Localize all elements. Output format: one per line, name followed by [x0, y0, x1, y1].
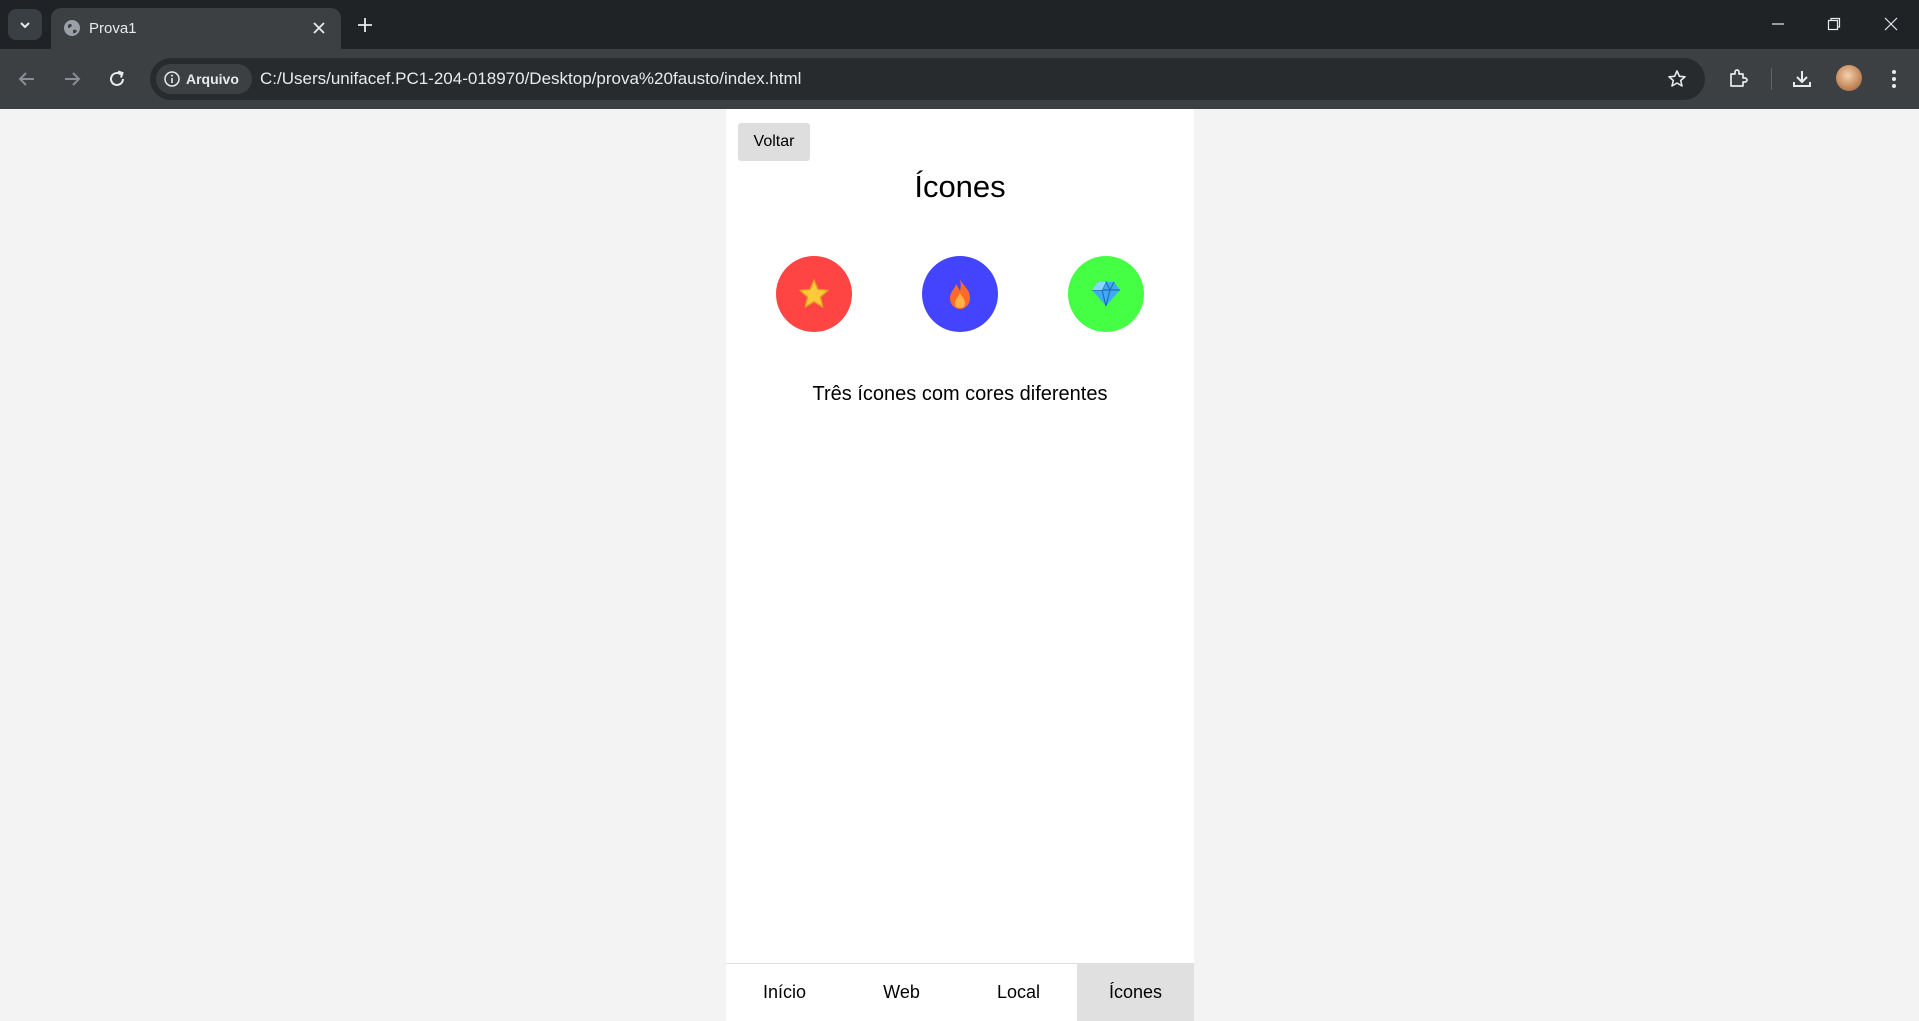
close-icon: [313, 22, 325, 34]
menu-button[interactable]: [1880, 65, 1908, 93]
fire-icon: [950, 279, 970, 309]
minimize-button[interactable]: [1758, 10, 1798, 38]
new-tab-button[interactable]: [352, 12, 378, 38]
diamond-icon-circle: [1068, 256, 1144, 332]
close-window-button[interactable]: [1871, 10, 1911, 38]
chevron-down-icon: [20, 21, 30, 28]
download-icon: [1793, 71, 1811, 87]
bookmark-button[interactable]: [1665, 67, 1689, 91]
star-outline-icon: [1668, 70, 1686, 87]
url-text[interactable]: C:/Users/unifacef.PC1-204-018970/Desktop…: [260, 69, 801, 89]
icon-row: [726, 256, 1194, 332]
info-icon: [164, 71, 180, 87]
site-info-chip[interactable]: Arquivo: [156, 64, 252, 94]
back-nav-button[interactable]: [13, 65, 41, 93]
globe-icon: [64, 20, 80, 36]
tab-close-button[interactable]: [309, 18, 329, 38]
tab-local[interactable]: Local: [960, 964, 1077, 1021]
minimize-icon: [1772, 23, 1784, 25]
site-chip-label: Arquivo: [186, 71, 239, 87]
page-viewport: Voltar Ícones Três ícones com cores dife…: [0, 109, 1919, 1021]
back-button[interactable]: Voltar: [738, 123, 810, 161]
restore-button[interactable]: [1814, 10, 1854, 38]
tab-web[interactable]: Web: [843, 964, 960, 1021]
reload-button[interactable]: [103, 65, 131, 93]
kebab-menu-icon: [1892, 70, 1896, 88]
reload-icon: [110, 70, 124, 86]
close-icon: [1884, 17, 1898, 31]
tab-search-button[interactable]: [8, 9, 42, 40]
arrow-right-icon: [65, 72, 81, 86]
address-bar[interactable]: Arquivo C:/Users/unifacef.PC1-204-018970…: [150, 58, 1705, 100]
browser-tabstrip: Prova1: [0, 0, 1919, 49]
arrow-left-icon: [18, 72, 34, 86]
page-description: Três ícones com cores diferentes: [812, 383, 1108, 405]
browser-tab[interactable]: Prova1: [51, 8, 341, 49]
downloads-button[interactable]: [1788, 65, 1816, 93]
puzzle-icon: [1730, 69, 1748, 87]
plus-icon: [358, 18, 372, 32]
star-icon-circle: [776, 256, 852, 332]
page-title: Ícones: [914, 169, 1006, 204]
tab-inicio[interactable]: Início: [726, 964, 843, 1021]
app-container: Voltar Ícones Três ícones com cores dife…: [726, 109, 1194, 1021]
tab-icones[interactable]: Ícones: [1077, 964, 1194, 1021]
extensions-button[interactable]: [1724, 65, 1752, 93]
diamond-icon: [1092, 280, 1120, 307]
restore-icon: [1827, 17, 1841, 31]
bottom-nav: Início Web Local Ícones: [726, 963, 1194, 1021]
fire-icon-circle: [922, 256, 998, 332]
tab-title: Prova1: [89, 20, 137, 37]
browser-toolbar: Arquivo C:/Users/unifacef.PC1-204-018970…: [0, 49, 1919, 109]
profile-avatar[interactable]: [1836, 65, 1862, 91]
forward-nav-button[interactable]: [58, 65, 86, 93]
toolbar-separator: [1771, 68, 1772, 90]
star-icon: [799, 279, 829, 308]
